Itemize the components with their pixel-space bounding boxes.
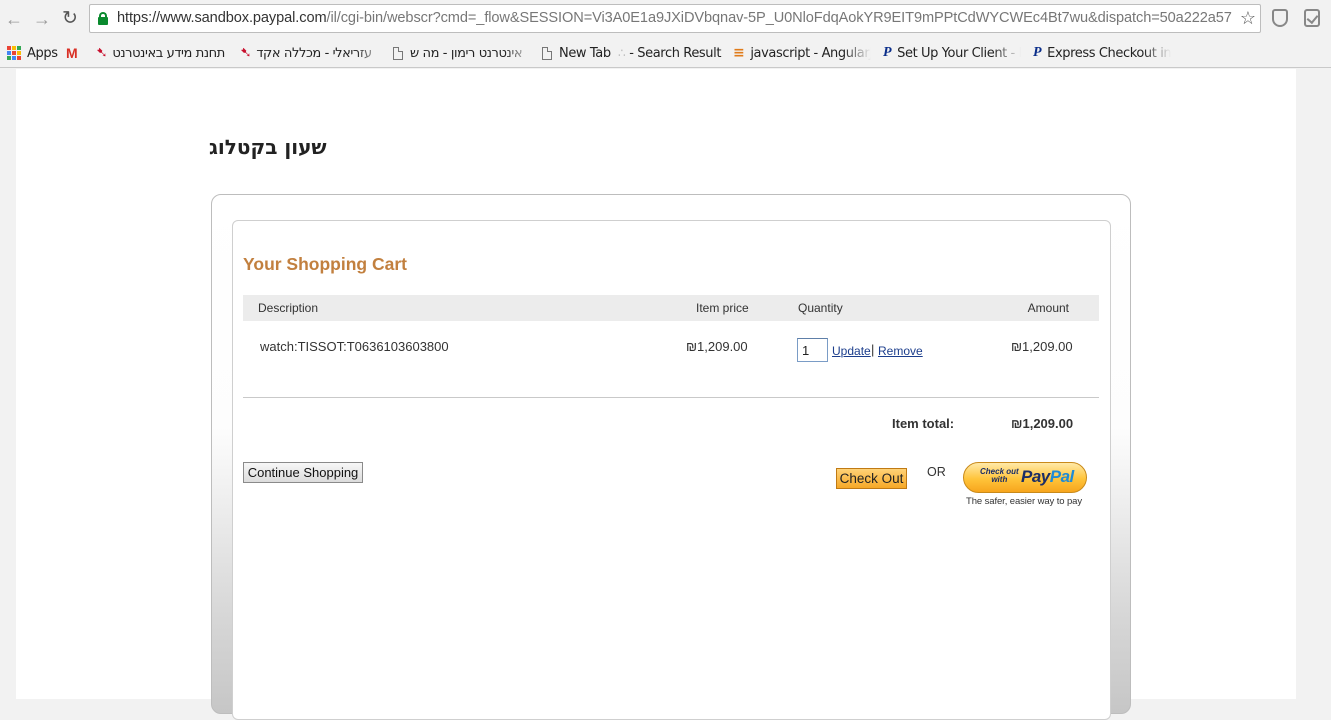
bird-icon: ➷ [96, 45, 108, 61]
bookmark-label: אינטרנט רימון - מה ש [410, 45, 523, 61]
bird-icon: ➷ [240, 45, 252, 61]
paypal-checkout-text: Check out with [980, 468, 1019, 484]
bookmark-label: Apps [27, 45, 58, 61]
bookmark-apps[interactable]: Apps [7, 44, 58, 62]
column-item-price: Item price [696, 301, 749, 315]
or-label: OR [927, 465, 946, 479]
paypal-logo: PayPal [1021, 467, 1074, 487]
bookmark-label: תחנת מידע באינטרנט [112, 45, 225, 61]
address-bar[interactable]: https://www.sandbox.paypal.com/il/cgi-bi… [89, 4, 1261, 33]
item-total-label: Item total: [892, 416, 955, 431]
shield-extension-icon[interactable] [1272, 9, 1288, 27]
item-total-value: ₪1,209.00 [1011, 416, 1074, 431]
paypal-tagline: The safer, easier way to pay [966, 496, 1083, 507]
cart-table-header: Description Item price Quantity Amount [243, 295, 1099, 321]
bookmark-item[interactable]: ➷ תחנת מידע באינטרנט [96, 44, 225, 62]
dots-icon: ∴ [618, 46, 626, 60]
bookmark-setup-client[interactable]: P Set Up Your Client - P [883, 44, 1021, 62]
bookmark-label: javascript - AngularJs [750, 45, 871, 61]
back-arrow-icon[interactable]: ← [3, 8, 25, 30]
paypal-icon: P [883, 45, 892, 60]
check-extension-icon[interactable] [1304, 9, 1320, 27]
url-text[interactable]: https://www.sandbox.paypal.com/il/cgi-bi… [117, 10, 1232, 26]
paypal-logo-pal: Pal [1049, 467, 1075, 486]
paypal-line2: with [991, 475, 1008, 484]
bookmark-new-tab[interactable]: New Tab [542, 44, 611, 62]
bookmark-angularjs[interactable]: ≡ javascript - AngularJs [733, 44, 871, 62]
page-title: שעון בקטלוג [209, 135, 327, 159]
continue-shopping-button[interactable]: Continue Shopping [243, 462, 363, 483]
forward-arrow-icon[interactable]: → [31, 8, 53, 30]
bookmark-item[interactable]: ➷ עזריאלי - מכללה אקד [240, 44, 385, 62]
apps-grid-icon [7, 46, 21, 60]
paypal-icon: P [1033, 45, 1042, 60]
item-description: watch:TISSOT:T0636103603800 [260, 339, 449, 354]
secure-lock-icon [98, 12, 108, 25]
item-amount: ₪1,209.00 [1011, 339, 1073, 354]
bookmark-label: New Tab [559, 45, 611, 61]
bookmark-item[interactable]: אינטרנט רימון - מה ש [393, 44, 533, 62]
column-amount: Amount [1027, 301, 1069, 315]
column-description: Description [258, 301, 319, 315]
bookmark-gmail[interactable]: M [66, 44, 83, 62]
divider [243, 397, 1099, 398]
link-separator: | [871, 342, 875, 357]
browser-toolbar: ← → ↻ https://www.sandbox.paypal.com/il/… [0, 0, 1331, 38]
column-quantity: Quantity [798, 301, 843, 315]
reload-icon[interactable]: ↻ [59, 8, 81, 30]
item-price: ₪1,209.00 [686, 339, 748, 354]
bookmark-label: Express Checkout inte [1047, 45, 1171, 61]
url-host: https://www.sandbox.paypal.com [117, 10, 327, 26]
page-icon [542, 46, 552, 60]
bookmark-label: Set Up Your Client - P [897, 45, 1021, 61]
bookmark-label: - Search Result [629, 45, 722, 61]
scrollbar[interactable] [1296, 69, 1331, 699]
quantity-input[interactable] [797, 338, 828, 362]
bookmark-star-icon[interactable]: ☆ [1240, 8, 1256, 29]
paypal-checkout-button[interactable]: Check out with PayPal [963, 462, 1087, 493]
bookmarks-bar: Apps M ➷ תחנת מידע באינטרנט ➷ עזריאלי - … [0, 38, 1331, 68]
url-path: /il/cgi-bin/webscr?cmd=_flow&SESSION=Vi3… [326, 10, 1232, 26]
update-link[interactable]: Update [832, 344, 871, 358]
bookmark-label: עזריאלי - מכללה אקד [256, 45, 372, 61]
bookmark-express-checkout[interactable]: P Express Checkout inte [1033, 44, 1171, 62]
remove-link[interactable]: Remove [878, 344, 923, 358]
bookmark-search-result[interactable]: ∴ - Search Result [618, 44, 721, 62]
gmail-icon: M [66, 45, 78, 61]
stackoverflow-icon: ≡ [733, 45, 745, 61]
paypal-logo-pay: Pay [1021, 467, 1050, 486]
check-out-button[interactable]: Check Out [836, 468, 907, 489]
cart-title: Your Shopping Cart [243, 254, 407, 274]
page-icon [393, 46, 403, 60]
